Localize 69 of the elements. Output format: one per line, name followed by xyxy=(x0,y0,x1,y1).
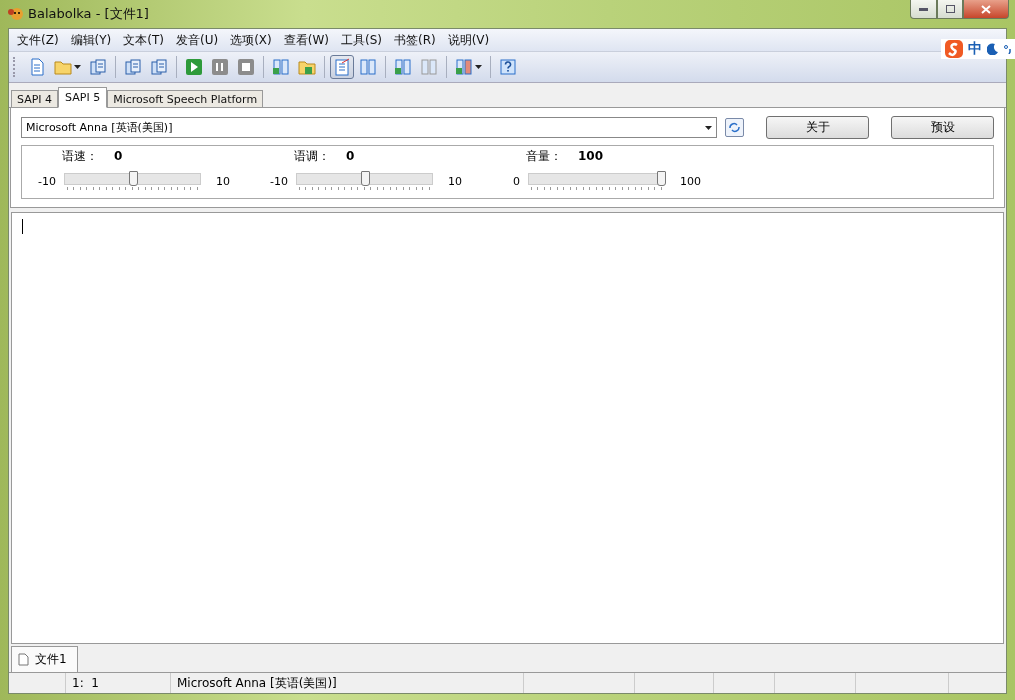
refresh-button[interactable] xyxy=(725,118,744,137)
minimize-button[interactable] xyxy=(910,0,937,19)
documents-icon xyxy=(150,58,168,76)
panel-button[interactable]: 预设 xyxy=(891,116,994,139)
slider-thumb[interactable] xyxy=(128,171,138,186)
ime-logo-icon xyxy=(945,40,963,58)
engine-tab[interactable]: Microsoft Speech Platform xyxy=(107,90,264,107)
panel-button[interactable]: 关于 xyxy=(766,116,869,139)
minimize-icon xyxy=(919,7,928,11)
slider-min: -10 xyxy=(269,174,289,188)
moon-icon xyxy=(987,43,999,55)
status-text: Microsoft Anna [英语(美国)] xyxy=(177,674,337,692)
engine-tab[interactable]: SAPI 4 xyxy=(11,90,59,107)
folder-icon xyxy=(54,58,72,76)
slider-label: 语速： 0 xyxy=(62,147,124,165)
window-title: Balabolka - [文件1] xyxy=(28,5,149,23)
clipboard-icon xyxy=(333,58,351,76)
slider-max: 10 xyxy=(447,174,463,188)
book-icon xyxy=(394,58,412,76)
punctuation-icon xyxy=(1004,44,1012,54)
slider-min: -10 xyxy=(37,174,57,188)
slider-max: 100 xyxy=(679,174,702,188)
caret-icon xyxy=(475,65,482,69)
slider-max: 10 xyxy=(215,174,231,188)
maximize-button[interactable] xyxy=(937,0,963,19)
caret-icon xyxy=(74,65,81,69)
play-icon xyxy=(185,58,203,76)
book-icon xyxy=(420,58,438,76)
ime-mode-label: 中 xyxy=(968,40,982,58)
document-icon xyxy=(18,653,29,666)
menu-item[interactable]: 说明(V) xyxy=(441,29,496,51)
slider-thumb[interactable] xyxy=(360,171,370,186)
book-icon xyxy=(455,58,473,76)
slider-track[interactable] xyxy=(64,169,201,193)
caret-icon xyxy=(705,125,712,130)
slider-label: 语调： 0 xyxy=(294,147,356,165)
folder-icon xyxy=(298,58,316,76)
ime-bar[interactable]: 中 xyxy=(941,39,1015,59)
stop-icon xyxy=(237,58,255,76)
menu-item[interactable]: 书签(R) xyxy=(387,29,442,51)
slider-track[interactable] xyxy=(296,169,433,193)
menu-item[interactable]: 工具(S) xyxy=(335,29,388,51)
close-icon xyxy=(981,4,991,14)
slider-label: 音量： 100 xyxy=(526,147,605,165)
documents-icon xyxy=(89,58,107,76)
slider-track[interactable] xyxy=(528,169,665,193)
menu-item[interactable]: 文本(T) xyxy=(117,29,170,51)
menu-item[interactable]: 选项(X) xyxy=(224,29,278,51)
documents-icon xyxy=(124,58,142,76)
app-logo-icon xyxy=(8,7,24,21)
status-text: 1: 1 xyxy=(72,676,99,690)
help-icon xyxy=(499,58,517,76)
book-icon xyxy=(359,58,377,76)
menu-item[interactable]: 查看(W) xyxy=(277,29,335,51)
slider-min: 0 xyxy=(512,174,521,188)
refresh-icon xyxy=(728,122,741,133)
menu-item[interactable]: 编辑(Y) xyxy=(64,29,118,51)
slider-thumb[interactable] xyxy=(657,171,666,186)
voice-dropdown[interactable]: Microsoft Anna [英语(美国)] xyxy=(21,117,717,138)
toolbar-button[interactable] xyxy=(330,55,354,79)
book-icon xyxy=(272,58,290,76)
document-icon xyxy=(28,58,46,76)
maximize-icon xyxy=(945,5,955,13)
engine-tab[interactable]: SAPI 5 xyxy=(58,87,108,108)
menu-item[interactable]: 发音(U) xyxy=(170,29,225,51)
menu-item[interactable]: 文件(Z) xyxy=(11,29,65,51)
pause-icon xyxy=(211,58,229,76)
close-button[interactable] xyxy=(963,0,1009,19)
document-tab[interactable]: 文件1 xyxy=(11,646,78,672)
